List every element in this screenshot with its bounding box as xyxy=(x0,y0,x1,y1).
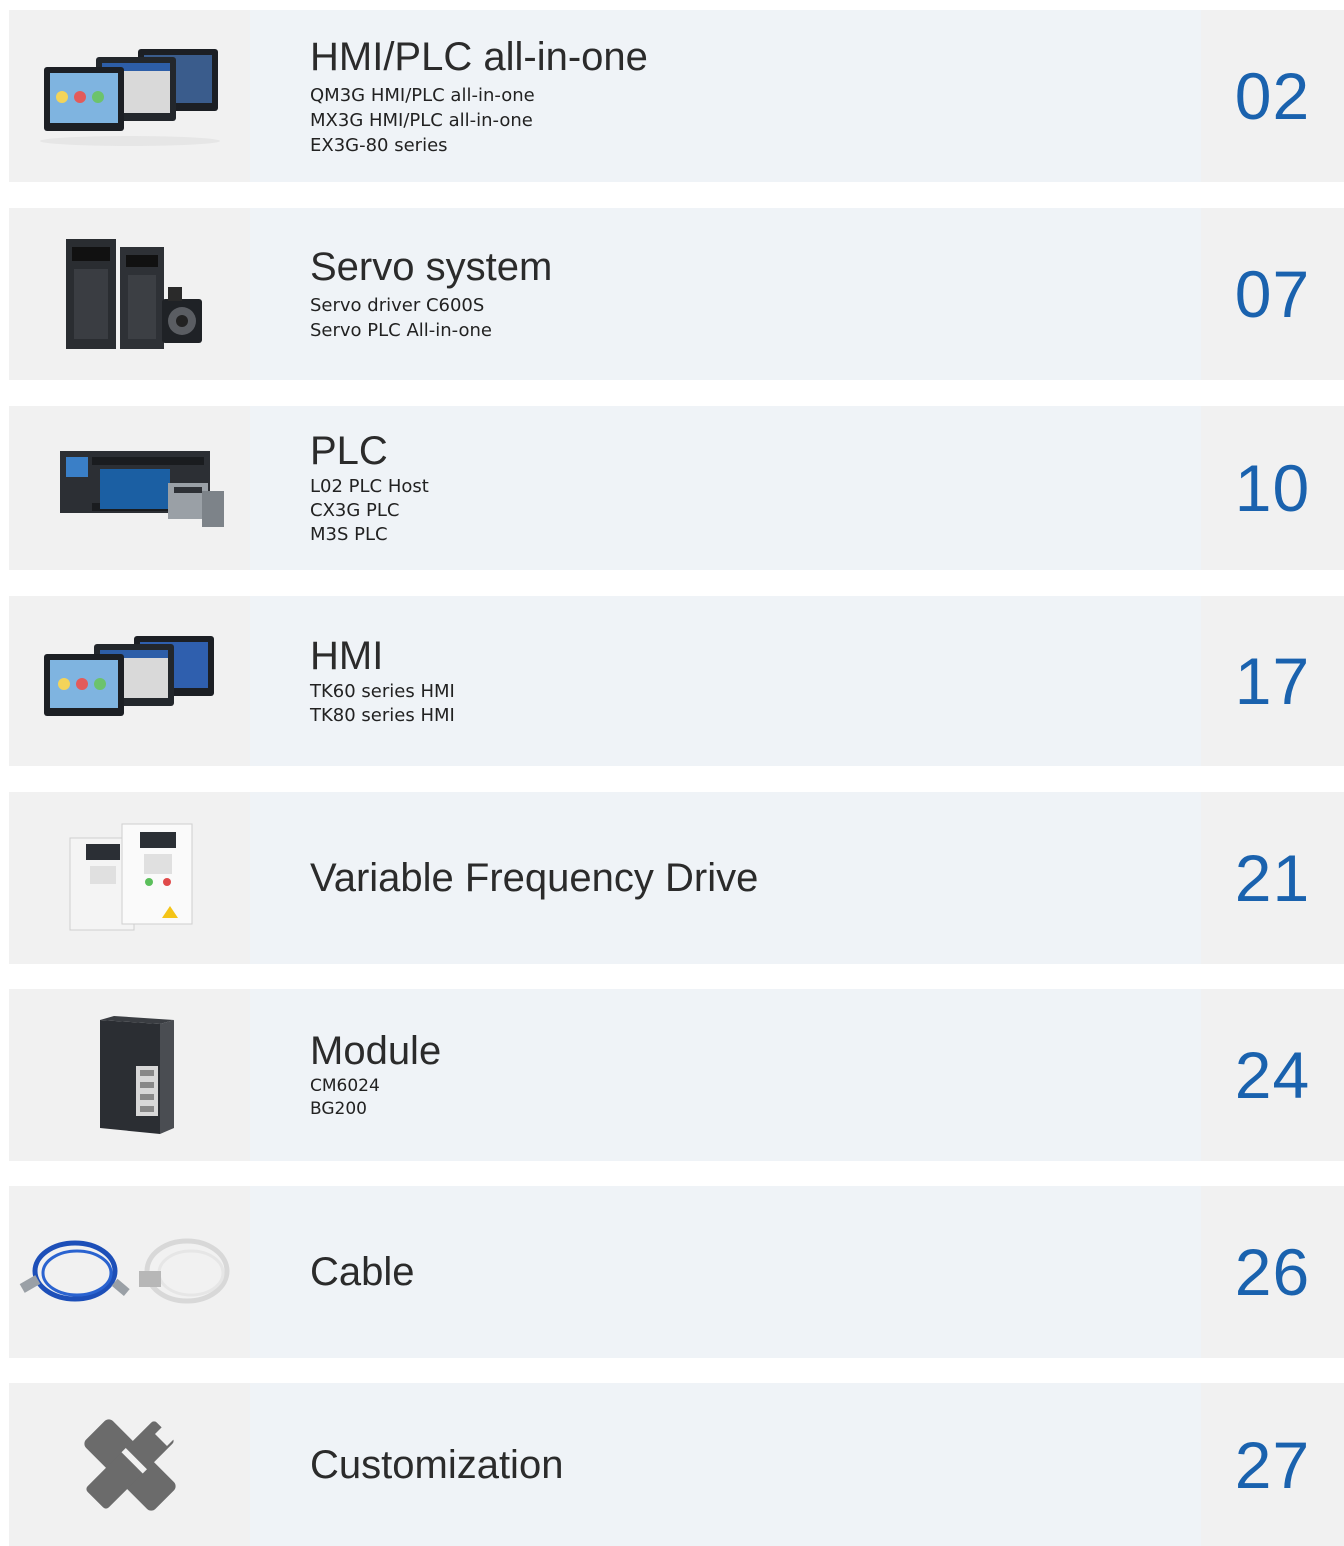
page-number-cell: 02 xyxy=(1201,10,1344,182)
catalog-row-vfd[interactable]: Variable Frequency Drive 21 xyxy=(9,792,1344,964)
page-number-cell: 07 xyxy=(1201,208,1344,380)
section-info: HMI TK60 series HMI TK80 series HMI xyxy=(250,596,1201,766)
page-number: 24 xyxy=(1234,1038,1311,1112)
page-number-cell: 17 xyxy=(1201,596,1344,766)
section-items: CM6024 BG200 xyxy=(310,1075,1201,1121)
section-item: TK80 series HMI xyxy=(310,705,455,726)
section-item: CX3G PLC xyxy=(310,500,400,521)
section-items: Servo driver C600S Servo PLC All-in-one xyxy=(310,293,1201,343)
page-number-cell: 26 xyxy=(1201,1186,1344,1358)
section-info: Servo system Servo driver C600S Servo PL… xyxy=(250,208,1201,380)
section-info: Customization xyxy=(250,1383,1201,1546)
section-item: MX3G HMI/PLC all-in-one xyxy=(310,109,533,131)
section-info: Cable xyxy=(250,1186,1201,1358)
section-item: CM6024 xyxy=(310,1076,380,1096)
page-number-cell: 24 xyxy=(1201,989,1344,1161)
page-number: 21 xyxy=(1234,841,1311,915)
section-item: QM3G HMI/PLC all-in-one xyxy=(310,84,535,106)
section-item: TK60 series HMI xyxy=(310,681,455,702)
customization-icon xyxy=(9,1383,250,1546)
hmi-plc-product-image xyxy=(9,10,250,182)
section-title: Module xyxy=(310,1029,442,1073)
section-title: HMI/PLC all-in-one xyxy=(310,34,648,79)
section-title: Servo system xyxy=(310,245,553,289)
section-item: L02 PLC Host xyxy=(310,476,429,497)
page-number: 17 xyxy=(1234,644,1311,718)
section-item: BG200 xyxy=(310,1099,367,1119)
module-product-image xyxy=(9,989,250,1161)
section-item: M3S PLC xyxy=(310,524,388,545)
page-number-cell: 10 xyxy=(1201,406,1344,570)
section-info: HMI/PLC all-in-one QM3G HMI/PLC all-in-o… xyxy=(250,10,1201,182)
page-number: 02 xyxy=(1234,59,1311,133)
catalog-row-servo[interactable]: Servo system Servo driver C600S Servo PL… xyxy=(9,208,1344,380)
page-number-cell: 27 xyxy=(1201,1383,1344,1546)
catalog-row-cable[interactable]: Cable 26 xyxy=(9,1186,1344,1358)
section-items: QM3G HMI/PLC all-in-one MX3G HMI/PLC all… xyxy=(310,83,1201,158)
catalog-row-customization[interactable]: Customization 27 xyxy=(9,1383,1344,1546)
catalog-row-hmi-plc[interactable]: HMI/PLC all-in-one QM3G HMI/PLC all-in-o… xyxy=(9,10,1344,182)
section-info: PLC L02 PLC Host CX3G PLC M3S PLC xyxy=(250,406,1201,570)
catalog-row-module[interactable]: Module CM6024 BG200 24 xyxy=(9,989,1344,1161)
section-item: Servo driver C600S xyxy=(310,295,485,316)
section-info: Module CM6024 BG200 xyxy=(250,989,1201,1161)
section-item: Servo PLC All-in-one xyxy=(310,320,493,341)
catalog-index: HMI/PLC all-in-one QM3G HMI/PLC all-in-o… xyxy=(0,0,1344,1546)
page-number: 10 xyxy=(1234,451,1311,525)
section-items: L02 PLC Host CX3G PLC M3S PLC xyxy=(310,475,1201,547)
section-title: HMI xyxy=(310,634,384,678)
cable-product-image xyxy=(9,1186,250,1358)
page-number: 07 xyxy=(1234,257,1311,331)
section-item: EX3G-80 series xyxy=(310,134,448,156)
page-number: 26 xyxy=(1234,1235,1311,1309)
plc-product-image xyxy=(9,406,250,570)
section-title: Customization xyxy=(310,1442,564,1487)
page-number-cell: 21 xyxy=(1201,792,1344,964)
hmi-product-image xyxy=(9,596,250,766)
section-title: Cable xyxy=(310,1250,415,1294)
servo-product-image xyxy=(9,208,250,380)
catalog-row-plc[interactable]: PLC L02 PLC Host CX3G PLC M3S PLC 10 xyxy=(9,406,1344,570)
vfd-product-image xyxy=(9,792,250,964)
page-number: 27 xyxy=(1234,1427,1311,1502)
section-info: Variable Frequency Drive xyxy=(250,792,1201,964)
catalog-row-hmi[interactable]: HMI TK60 series HMI TK80 series HMI 17 xyxy=(9,596,1344,766)
section-title: PLC xyxy=(310,429,388,473)
section-title: Variable Frequency Drive xyxy=(310,856,759,900)
section-items: TK60 series HMI TK80 series HMI xyxy=(310,680,1201,728)
